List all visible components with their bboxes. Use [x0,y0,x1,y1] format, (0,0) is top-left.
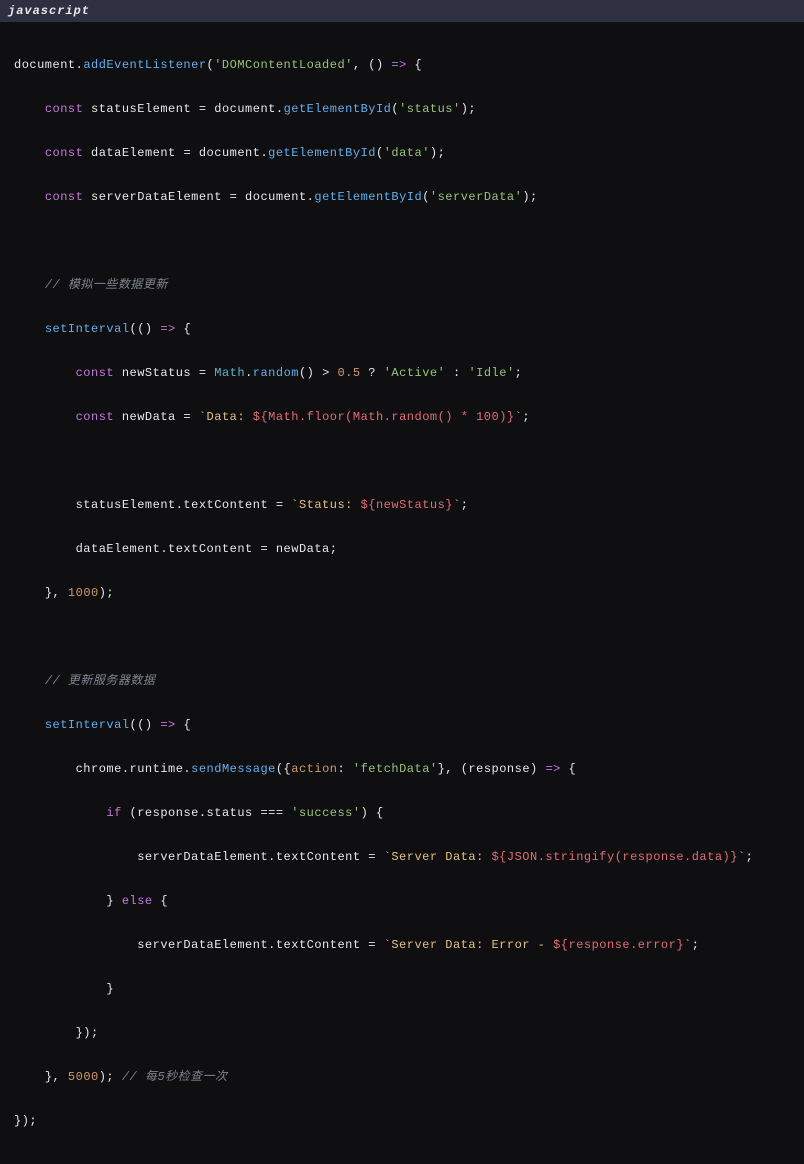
code-line: const newStatus = Math.random() > 0.5 ? … [14,362,790,384]
code-line: }); [14,1110,790,1132]
code-line: }); [14,1022,790,1044]
code-line: }, 5000); // 每5秒检查一次 [14,1066,790,1088]
code-line: // 更新服务器数据 [14,670,790,692]
code-line [14,626,790,648]
code-line: // 模拟一些数据更新 [14,274,790,296]
code-line: }, 1000); [14,582,790,604]
code-line [14,450,790,472]
language-header: javascript [0,0,804,22]
code-line: const statusElement = document.getElemen… [14,98,790,120]
code-line: setInterval(() => { [14,318,790,340]
code-line: } else { [14,890,790,912]
code-line: const serverDataElement = document.getEl… [14,186,790,208]
code-line: const dataElement = document.getElementB… [14,142,790,164]
code-line: chrome.runtime.sendMessage({action: 'fet… [14,758,790,780]
code-line: dataElement.textContent = newData; [14,538,790,560]
code-line: } [14,978,790,1000]
code-line: serverDataElement.textContent = `Server … [14,934,790,956]
language-label: javascript [8,4,90,18]
code-line: const newData = `Data: ${Math.floor(Math… [14,406,790,428]
code-line: if (response.status === 'success') { [14,802,790,824]
code-line: serverDataElement.textContent = `Server … [14,846,790,868]
code-line [14,230,790,252]
code-line: document.addEventListener('DOMContentLoa… [14,54,790,76]
code-block: document.addEventListener('DOMContentLoa… [0,22,804,1164]
code-line: statusElement.textContent = `Status: ${n… [14,494,790,516]
code-line: setInterval(() => { [14,714,790,736]
